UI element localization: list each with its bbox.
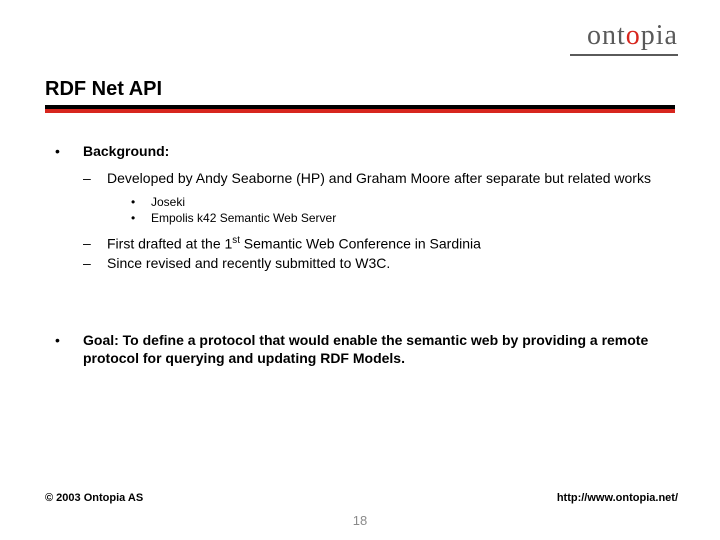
dash-bullet: –	[83, 169, 107, 188]
dot-bullet: •	[131, 194, 151, 210]
logo: ontopia	[587, 22, 678, 50]
background-label: Background:	[83, 142, 169, 161]
sub2-prefix: First drafted at the 1	[107, 236, 232, 252]
sub2-ordinal: st	[232, 235, 240, 246]
logo-part1: ont	[587, 20, 626, 51]
logo-accent: o	[626, 20, 641, 51]
background-sub-1: Developed by Andy Seaborne (HP) and Grah…	[107, 169, 651, 188]
background-sub-2: First drafted at the 1st Semantic Web Co…	[107, 234, 481, 254]
slide-title: RDF Net API	[45, 78, 162, 101]
page-number: 18	[0, 513, 720, 528]
rule-red	[45, 109, 675, 113]
logo-underline	[570, 54, 678, 56]
goal-text: Goal: To define a protocol that would en…	[83, 331, 675, 369]
dot-bullet: •	[131, 210, 151, 226]
footer-url: http://www.ontopia.net/	[557, 492, 678, 504]
dash-bullet: –	[83, 254, 107, 273]
background-subsub-2: Empolis k42 Semantic Web Server	[151, 210, 336, 226]
slide-content: • Background: – Developed by Andy Seabor…	[55, 142, 675, 368]
bullet-dot: •	[55, 142, 83, 161]
logo-part2: pia	[641, 20, 678, 51]
background-sub-3: Since revised and recently submitted to …	[107, 254, 390, 273]
footer-copyright: © 2003 Ontopia AS	[45, 492, 143, 504]
background-subsub-1: Joseki	[151, 194, 185, 210]
bullet-dot: •	[55, 331, 83, 369]
dash-bullet: –	[83, 234, 107, 254]
sub2-suffix: Semantic Web Conference in Sardinia	[240, 236, 481, 252]
